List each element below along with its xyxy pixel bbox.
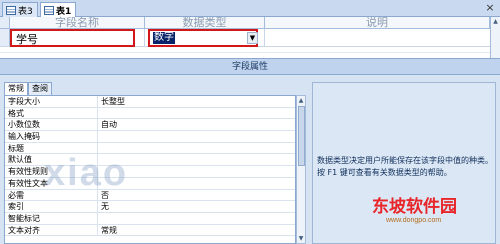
property-row[interactable]: 小数位数 自动	[5, 119, 295, 132]
property-row[interactable]: 格式	[5, 107, 295, 120]
watermark-logo: 东坡软件园 www.dongpo.com	[372, 198, 457, 225]
help-text: 数据类型决定用户所能保存在该字段中值的种类。按 F1 键可查看有关数据类型的帮助…	[317, 156, 493, 177]
table-icon	[6, 5, 16, 15]
tab-label: 表3	[18, 6, 33, 17]
scroll-up-icon[interactable]: ▲	[297, 96, 305, 105]
design-grid-header: 字段名称 数据类型 说明	[0, 17, 490, 29]
field-name-cell[interactable]: 学号	[10, 29, 145, 47]
property-value[interactable]: 长整型	[98, 96, 295, 107]
tab-lookup[interactable]: 查阅	[28, 82, 52, 95]
scroll-up-icon[interactable]: ▲	[491, 17, 500, 26]
property-value[interactable]: 自动	[98, 119, 295, 130]
property-label: 小数位数	[5, 119, 98, 131]
property-row[interactable]: 输入掩码	[5, 131, 295, 143]
description-cell[interactable]	[265, 29, 490, 46]
chevron-down-icon[interactable]: ▼	[247, 32, 258, 44]
field-name-value[interactable]: 学号	[16, 31, 38, 47]
field-properties-header: 字段属性	[0, 58, 500, 75]
property-label: 字段大小	[5, 96, 98, 107]
empty-row[interactable]	[0, 48, 490, 53]
close-icon[interactable]: ×	[484, 2, 496, 14]
property-value[interactable]	[98, 108, 295, 119]
column-header-data-type[interactable]: 数据类型	[145, 17, 265, 29]
property-label: 文本对齐	[5, 224, 98, 236]
column-header-field-name[interactable]: 字段名称	[10, 17, 145, 29]
property-row[interactable]: 智能标记	[5, 212, 295, 225]
scrollbar-thumb[interactable]	[298, 106, 305, 166]
property-label: 智能标记	[5, 212, 98, 224]
property-label: 输入掩码	[5, 131, 98, 142]
property-tabs: 常规 查阅	[4, 82, 52, 95]
watermark-text: xiao	[44, 152, 129, 194]
document-tab-strip: 表3 表1 ×	[0, 0, 500, 18]
tab-table3[interactable]: 表3	[2, 2, 38, 17]
row-selector[interactable]	[0, 29, 10, 46]
row-selector-header[interactable]	[0, 17, 10, 28]
table-icon	[44, 6, 54, 15]
property-value[interactable]: 常规	[98, 225, 295, 236]
property-label: 索引	[5, 201, 98, 212]
property-scrollbar[interactable]: ▲ ▼	[296, 95, 306, 244]
property-row[interactable]: 文本对齐 常规	[5, 224, 295, 237]
field-row[interactable]: 学号 数字 ▼	[0, 29, 490, 47]
watermark-url: www.dongpo.com	[386, 217, 442, 224]
property-row[interactable]: 索引无	[5, 201, 295, 213]
data-type-cell[interactable]: 数字 ▼	[145, 29, 265, 47]
column-header-description[interactable]: 说明	[265, 17, 490, 29]
property-row[interactable]: 字段大小 长整型	[5, 96, 295, 108]
watermark-brand: 东坡软件园	[372, 197, 457, 217]
grid-scrollbar[interactable]: ▲	[490, 17, 500, 58]
tab-general[interactable]: 常规	[4, 82, 28, 95]
property-label: 格式	[5, 107, 98, 119]
data-type-value[interactable]: 数字	[153, 32, 175, 44]
scroll-down-icon[interactable]: ▼	[297, 234, 305, 243]
empty-grid-rows[interactable]	[0, 48, 490, 54]
property-value[interactable]	[98, 213, 295, 224]
property-value[interactable]: 无	[98, 201, 295, 212]
property-value[interactable]	[98, 131, 295, 142]
